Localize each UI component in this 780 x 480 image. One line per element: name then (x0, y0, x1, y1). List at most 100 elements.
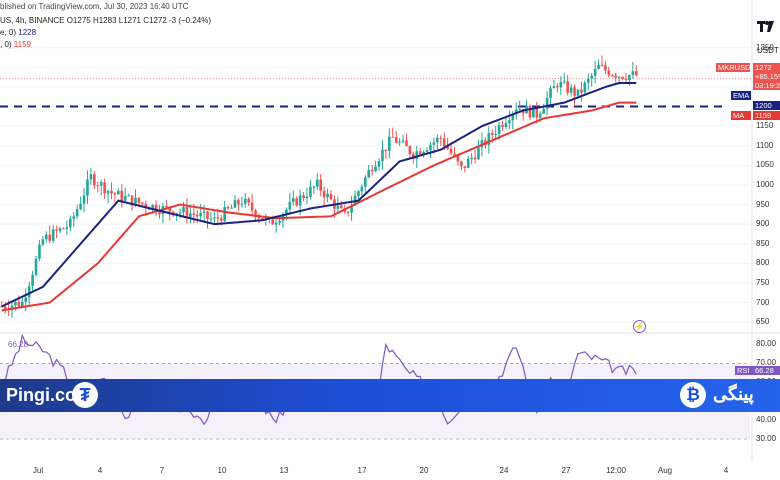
candle-body (364, 177, 367, 187)
ma-legend: , 0) 1159 (0, 40, 31, 49)
candle-body (51, 229, 55, 241)
candle-body (449, 148, 453, 154)
candle-body (309, 186, 312, 197)
candle-body (405, 140, 408, 147)
candle-body (528, 106, 532, 118)
candle-body (298, 195, 302, 206)
candle-body (329, 193, 333, 200)
watermark-banner: Pingi.co ₮ ₿ پینگی (0, 379, 780, 412)
price-tick: 650 (756, 317, 770, 327)
price-tick: 800 (756, 258, 770, 268)
candle-body (93, 174, 96, 186)
rsi-tick: 80.00 (756, 339, 777, 349)
candle-body (425, 150, 429, 152)
candle-body (384, 149, 388, 151)
candle-body (274, 222, 278, 225)
price-tick: 850 (756, 238, 770, 248)
ma-value-tag: 1159 (753, 111, 780, 120)
right-brand: پینگی (713, 384, 754, 404)
candle-body (566, 81, 569, 93)
candle-body (219, 218, 223, 221)
candle-body (360, 186, 364, 192)
lightning-icon[interactable]: ⚡ (633, 320, 646, 333)
candle-body (621, 77, 624, 80)
ohlc-values: O1275 H1283 L1271 C1272 -3 (−0.24%) (66, 16, 212, 25)
candle-body (322, 190, 326, 198)
candle-body (357, 191, 360, 196)
candle-body (559, 81, 563, 88)
ma-legend-label: , 0) (0, 40, 12, 49)
candle-body (367, 169, 371, 178)
candle-body (470, 157, 473, 159)
candle-body (336, 205, 340, 209)
candle-body (315, 179, 319, 187)
candle-body (237, 200, 240, 205)
candle-body (209, 218, 213, 220)
candle-body (501, 125, 504, 128)
candle-body (165, 206, 168, 208)
candle-body (182, 207, 185, 213)
price-tick: 900 (756, 219, 770, 229)
candle-body (62, 228, 65, 230)
candle-body (3, 306, 7, 309)
candle-body (401, 140, 405, 142)
rsi-name-tag: RSI (735, 366, 755, 375)
candle-body (593, 68, 597, 76)
candle-body (439, 137, 443, 139)
candle-body (250, 202, 254, 211)
ema-legend-value: 1228 (18, 28, 37, 37)
candle-body (381, 149, 384, 162)
candle-body (34, 258, 38, 275)
candle-body (123, 196, 127, 201)
candle-body (96, 185, 100, 187)
candle-body (538, 113, 542, 118)
ema-value-tag: 1200 (753, 101, 780, 110)
candle-body (86, 179, 89, 196)
candle-body (370, 169, 374, 172)
price-tick: 1150 (756, 121, 774, 131)
candle-body (312, 186, 316, 188)
candle-body (38, 244, 41, 259)
candle-body (597, 65, 600, 69)
candle-body (490, 133, 494, 136)
price-tick: 1000 (756, 179, 774, 189)
candle-body (291, 198, 295, 202)
candle-body (583, 82, 587, 93)
candle-body (466, 158, 470, 168)
candle-body (374, 166, 377, 172)
candle-body (590, 75, 593, 79)
candle-body (82, 195, 86, 204)
candle-body (41, 239, 45, 245)
candle-body (189, 213, 192, 217)
rsi-tick: 30.00 (756, 434, 777, 444)
price-tick: 1050 (756, 160, 774, 170)
candle-body (436, 137, 439, 143)
candle-body (65, 227, 69, 229)
tether-icon: ₮ (72, 382, 98, 408)
candle-body (103, 182, 106, 194)
candle-body (110, 190, 113, 194)
candle-body (271, 219, 274, 225)
candle-body (398, 141, 401, 143)
candle-body (158, 212, 161, 215)
candle-body (45, 234, 48, 240)
candle-body (240, 203, 244, 205)
time-tick: 10 (217, 466, 227, 475)
candle-body (586, 78, 590, 83)
candle-body (69, 218, 72, 228)
price-tick: 750 (756, 277, 770, 287)
countdown-tag: 03:19:2 (753, 81, 780, 90)
candle-body (206, 211, 209, 219)
candle-body (192, 213, 196, 215)
rsi-value-tag: 66.28 (753, 366, 780, 375)
candle-body (243, 198, 247, 204)
candle-body (178, 212, 182, 214)
bitcoin-icon: ₿ (680, 382, 706, 408)
candle-body (391, 136, 395, 138)
time-tick: 7 (159, 466, 165, 475)
candle-body (569, 87, 573, 93)
candle-body (226, 207, 230, 209)
candle-body (394, 137, 398, 143)
candle-body (137, 197, 141, 203)
candle-body (79, 203, 82, 210)
